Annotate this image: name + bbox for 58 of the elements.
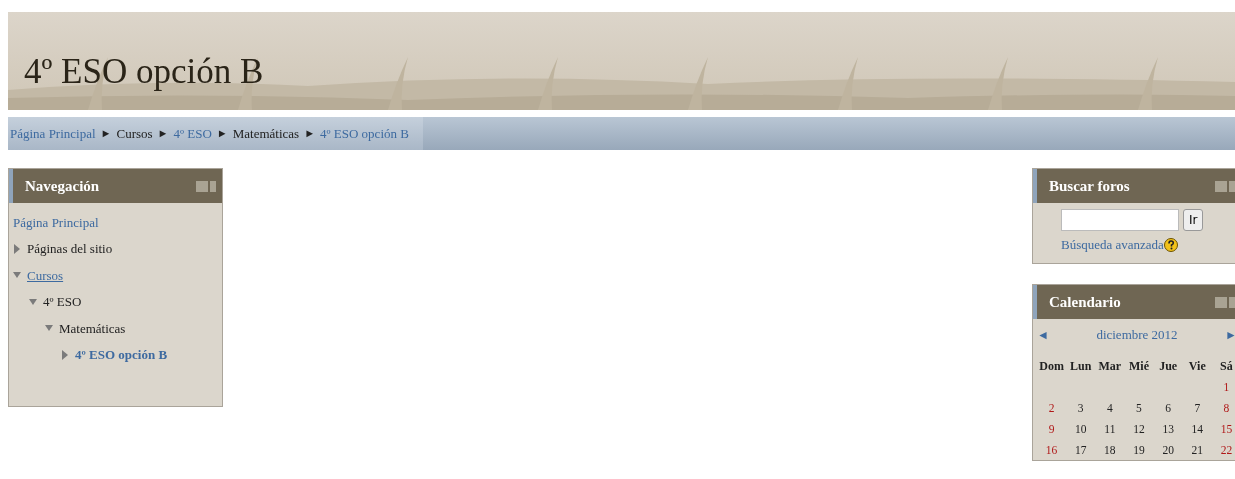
weekday-label: Jue [1158,357,1179,375]
calendar-day[interactable]: 3 [1066,399,1096,417]
block-title: Navegación [25,176,100,196]
weekday-label: Lun [1069,357,1093,375]
calendar-day[interactable]: 11 [1095,421,1125,439]
separator-icon: ► [304,125,316,142]
calendar-day[interactable]: 14 [1182,421,1212,439]
separator-icon: ► [157,125,169,142]
calendar-day[interactable]: 4 [1095,399,1125,417]
weekday-label: Sá [1219,357,1234,375]
nav-item[interactable]: Páginas del sitio [27,239,113,259]
help-icon[interactable] [1163,237,1178,252]
calendar-day[interactable]: 22 [1211,442,1235,460]
calendar-day[interactable]: 5 [1124,399,1154,417]
calendar-day[interactable]: 19 [1124,442,1154,460]
nav-item[interactable]: Cursos [27,265,64,285]
calendar-day[interactable]: 12 [1124,421,1154,439]
calendar-day[interactable]: 1 [1211,378,1235,396]
weekday-label: Mié [1128,357,1150,375]
calendar-day[interactable]: 6 [1153,399,1183,417]
collapsed-arrow-icon[interactable] [13,243,21,254]
collapsed-arrow-icon[interactable] [61,349,69,360]
breadcrumb-item: Matemáticas [232,124,300,143]
dock-icon[interactable] [1215,296,1235,308]
dock-icon[interactable] [196,180,216,192]
calendar-day[interactable]: 9 [1037,421,1067,439]
separator-icon: ► [100,125,112,142]
month-link[interactable]: diciembre 2012 [1096,325,1178,345]
search-button[interactable]: Ir [1183,209,1204,231]
calendar-day[interactable]: 16 [1037,442,1067,460]
weekday-label: Vie [1187,357,1207,375]
nav-item[interactable]: 4º ESO [43,292,82,312]
block-title: Buscar foros [1049,176,1130,196]
separator-icon: ► [216,125,228,142]
calendar-day[interactable]: 13 [1153,421,1183,439]
calendar-day[interactable]: 20 [1153,442,1183,460]
advanced-search-link[interactable]: Búsqueda avanzada [1061,235,1164,255]
breadcrumb-item: Cursos [116,124,153,143]
calendar-day[interactable]: 15 [1211,421,1235,439]
weekday-label: Mar [1097,357,1123,375]
calendar-day[interactable]: 10 [1066,421,1096,439]
expanded-arrow-icon[interactable] [29,296,37,307]
weekday-label: Dom [1038,357,1065,375]
calendar-day[interactable]: 17 [1066,442,1096,460]
dock-icon[interactable] [1215,180,1235,192]
previous-month-arrow[interactable]: ◄ [1037,325,1049,344]
page-title: 4º ESO opción B [24,51,264,93]
nav-item[interactable]: Página Principal [13,212,99,232]
calendar-day[interactable]: 7 [1182,399,1212,417]
block-title: Calendario [1049,292,1121,312]
calendar-day[interactable]: 2 [1037,399,1067,417]
calendar-day[interactable]: 21 [1182,442,1212,460]
calendar-day[interactable]: 8 [1211,399,1235,417]
nav-item[interactable]: 4º ESO opción B [75,345,168,365]
calendar-day[interactable]: 18 [1095,442,1125,460]
next-month-arrow[interactable]: ► [1225,325,1235,344]
nav-item[interactable]: Matemáticas [59,318,126,338]
search-field[interactable] [1061,209,1179,231]
